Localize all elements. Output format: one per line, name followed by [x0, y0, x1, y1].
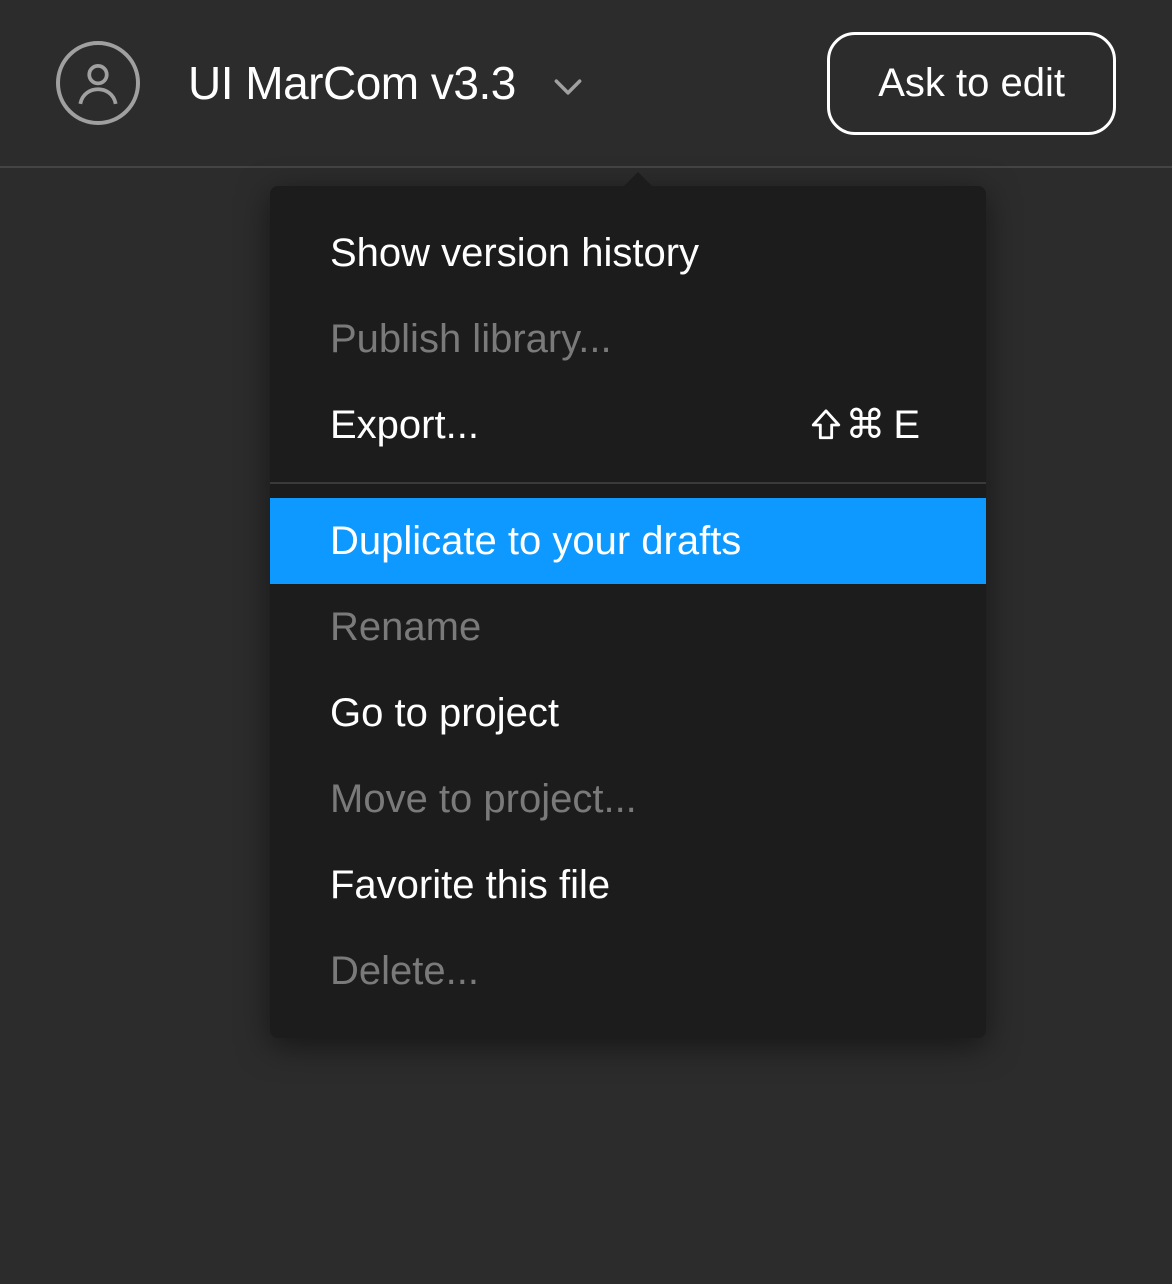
avatar[interactable]: [56, 41, 140, 125]
menu-item-label: Publish library...: [330, 317, 612, 362]
menu-item-label: Duplicate to your drafts: [330, 519, 741, 564]
header: UI MarCom v3.3 Ask to edit: [0, 0, 1172, 168]
menu-item-label: Delete...: [330, 949, 479, 994]
shift-key-icon: [809, 408, 843, 442]
menu-item-shortcut: ⌘ E: [809, 402, 926, 448]
file-context-menu: Show version history Publish library... …: [270, 186, 986, 1038]
menu-item-favorite[interactable]: Favorite this file: [270, 842, 986, 928]
menu-item-rename: Rename: [270, 584, 986, 670]
user-icon: [73, 58, 123, 108]
menu-item-label: Move to project...: [330, 777, 637, 822]
file-title: UI MarCom v3.3: [188, 56, 516, 110]
menu-item-publish-library: Publish library...: [270, 296, 986, 382]
menu-item-label: Favorite this file: [330, 863, 610, 908]
menu-item-move-to-project: Move to project...: [270, 756, 986, 842]
ask-to-edit-button[interactable]: Ask to edit: [827, 32, 1116, 135]
menu-item-export[interactable]: Export... ⌘ E: [270, 382, 986, 468]
menu-item-delete: Delete...: [270, 928, 986, 1014]
menu-item-label: Go to project: [330, 691, 559, 736]
menu-item-version-history[interactable]: Show version history: [270, 210, 986, 296]
shortcut-key: E: [893, 403, 926, 448]
shortcut-cmd: ⌘: [845, 402, 891, 448]
menu-divider: [270, 482, 986, 484]
menu-item-go-to-project[interactable]: Go to project: [270, 670, 986, 756]
menu-item-duplicate-drafts[interactable]: Duplicate to your drafts: [270, 498, 986, 584]
menu-item-label: Show version history: [330, 231, 699, 276]
file-title-group[interactable]: UI MarCom v3.3: [188, 56, 582, 110]
chevron-down-icon: [554, 78, 582, 96]
menu-item-label: Rename: [330, 605, 481, 650]
menu-item-label: Export...: [330, 403, 479, 448]
